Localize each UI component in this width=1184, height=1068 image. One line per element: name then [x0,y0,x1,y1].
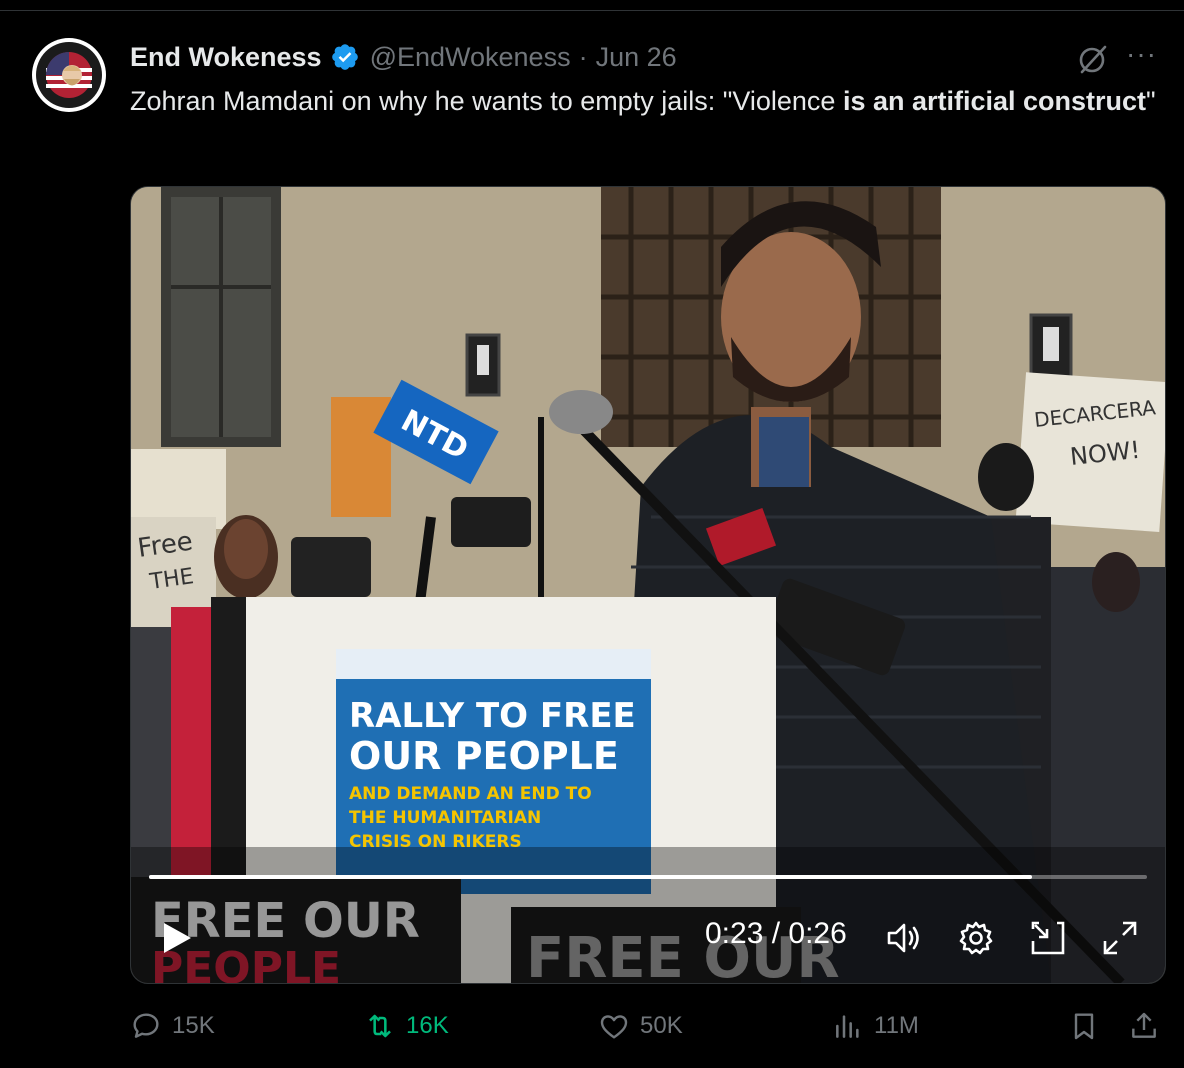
handle[interactable]: @EndWokeness [370,42,571,73]
action-bar: 15K 16K 50K 11M [0,1010,1184,1046]
tweet-text-end: " [1146,86,1156,116]
reply-icon [133,1013,159,1038]
fullscreen-icon[interactable] [1101,919,1139,957]
like-button[interactable]: 50K [598,1010,683,1042]
share-button[interactable] [1128,1010,1170,1042]
video-player[interactable]: Free THE DECARCERA NOW! NTD RALLY TO FRE… [130,186,1166,984]
video-time: 0:23 / 0:26 [705,917,847,950]
verified-badge-icon [330,42,360,72]
video-progress-bar[interactable] [149,875,1147,879]
views-button[interactable]: 11M [832,1010,919,1042]
poster-line-1: RALLY TO FREE [349,696,636,736]
separator-dot: · [578,41,588,72]
like-icon [600,1015,628,1039]
more-icon[interactable]: ··· [1126,38,1157,70]
tweet-header: End Wokeness @EndWokeness · Jun 26 [130,38,677,76]
avatar-logo [33,39,105,111]
reply-button[interactable]: 15K [130,1010,215,1042]
repost-button[interactable]: 16K [364,1010,449,1042]
share-icon [1132,1012,1156,1038]
tweet-text-bold: is an artificial construct [842,86,1147,116]
repost-icon [369,1014,391,1038]
volume-icon[interactable] [885,919,923,957]
like-count: 50K [640,1012,683,1039]
views-icon [836,1015,859,1038]
poster-line-4: THE HUMANITARIAN [349,808,541,828]
reply-count: 15K [172,1012,215,1039]
pip-icon[interactable] [1029,919,1067,957]
video-progress-fill [149,875,1033,879]
display-name[interactable]: End Wokeness [130,42,322,73]
play-icon[interactable] [161,921,193,955]
repost-count: 16K [406,1012,449,1039]
view-count: 11M [874,1012,919,1039]
settings-icon[interactable] [957,919,995,957]
poster-line-3: AND DEMAND AN END TO [349,784,592,804]
bookmark-button[interactable] [1068,1010,1110,1042]
post-date[interactable]: Jun 26 [596,42,677,73]
tweet-text-plain: Zohran Mamdani on why he wants to empty … [130,86,843,116]
avatar[interactable] [32,38,106,112]
bookmark-icon [1074,1013,1094,1040]
grok-icon[interactable] [1076,42,1110,76]
video-frame: Free THE DECARCERA NOW! NTD RALLY TO FRE… [131,187,1165,983]
tweet-text: Zohran Mamdani on why he wants to empty … [130,81,1160,121]
poster-line-2: OUR PEOPLE [349,734,619,778]
top-divider [0,10,1184,11]
